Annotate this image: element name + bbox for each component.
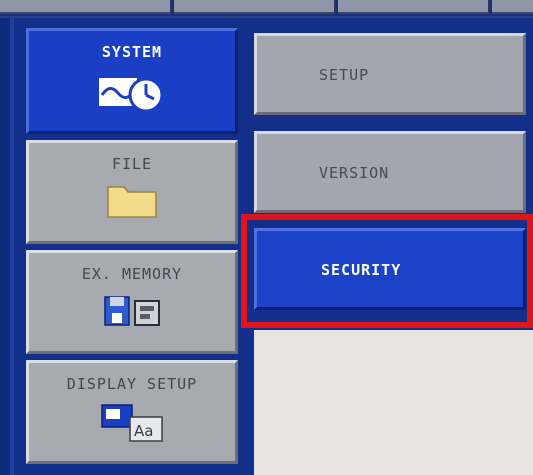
main-menu: SYSTEM FILE EX. MEMORY DISPLAY SETUP Aa <box>10 18 242 475</box>
menu-item-display-setup[interactable]: DISPLAY SETUP Aa <box>26 360 238 464</box>
top-tab-1[interactable] <box>0 0 172 14</box>
top-tab-3[interactable] <box>338 0 490 14</box>
submenu-item-label: SETUP <box>319 66 370 84</box>
settings-screen: SYSTEM FILE EX. MEMORY DISPLAY SETUP Aa … <box>0 0 533 475</box>
submenu-item-label: VERSION <box>319 164 390 182</box>
display-font-icon: Aa <box>101 404 163 442</box>
clock-waveform-icon <box>97 76 164 113</box>
floppy-disk-card-icon <box>104 296 160 326</box>
submenu-item-version[interactable]: VERSION <box>254 131 526 213</box>
top-tab-4[interactable] <box>492 0 533 14</box>
menu-item-label: DISPLAY SETUP <box>66 375 198 393</box>
submenu-item-setup[interactable]: SETUP <box>254 33 526 115</box>
menu-item-label: EX. MEMORY <box>81 265 183 283</box>
submenu-item-security[interactable]: SECURITY <box>254 228 526 310</box>
svg-text:Aa: Aa <box>134 422 153 440</box>
top-tab-2[interactable] <box>174 0 336 14</box>
top-tab-strip <box>0 0 533 18</box>
empty-panel-area <box>254 330 533 475</box>
submenu-item-label: SECURITY <box>321 261 402 279</box>
menu-item-file[interactable]: FILE <box>26 140 238 244</box>
menu-item-label: FILE <box>111 155 153 173</box>
menu-item-label: SYSTEM <box>101 43 163 61</box>
menu-item-ex-memory[interactable]: EX. MEMORY <box>26 250 238 354</box>
menu-item-system[interactable]: SYSTEM <box>26 28 238 134</box>
folder-icon <box>107 186 157 218</box>
